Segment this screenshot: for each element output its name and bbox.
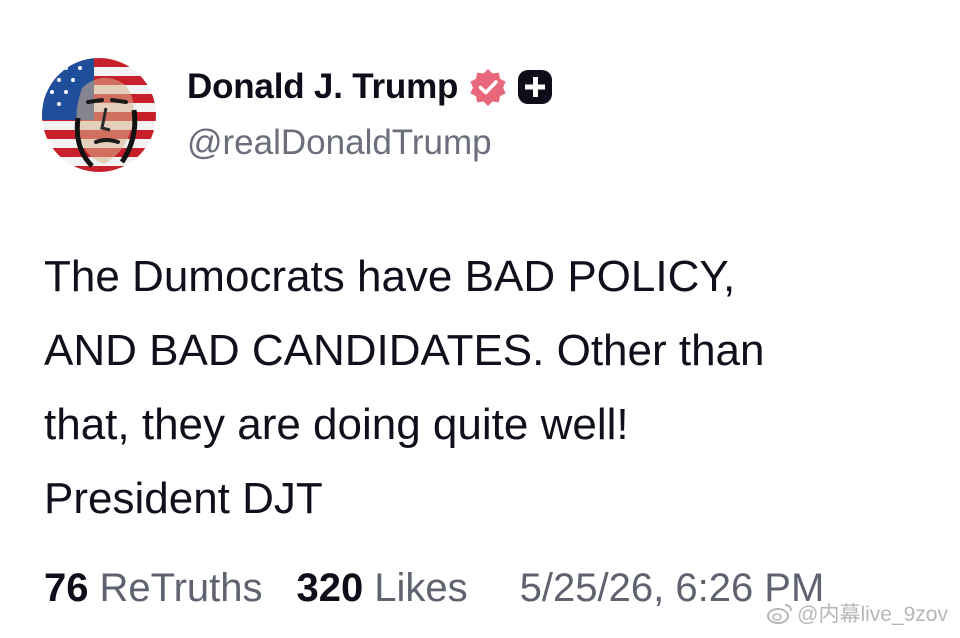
avatar[interactable]: [42, 58, 156, 172]
verified-badge-icon: [470, 69, 506, 106]
retruths-stat[interactable]: 76 ReTruths: [44, 566, 263, 611]
post-text-line: The Dumocrats have BAD POLICY,: [44, 252, 736, 301]
post-text-line: President DJT: [44, 474, 323, 523]
weibo-icon: [767, 604, 793, 624]
author-info: Donald J. Trump @realDonaldTrump: [187, 65, 554, 163]
plus-icon[interactable]: [516, 68, 554, 106]
display-name[interactable]: Donald J. Trump: [187, 67, 458, 107]
post-text-line: that, they are doing quite well!: [44, 400, 629, 449]
retruths-count: 76: [44, 566, 89, 610]
post-stats: 76 ReTruths 320 Likes 5/25/26, 6:26 PM: [44, 566, 824, 611]
post-text: The Dumocrats have BAD POLICY, AND BAD C…: [44, 240, 924, 536]
flag-portrait-icon: [42, 58, 156, 172]
likes-stat[interactable]: 320 Likes: [297, 566, 468, 611]
name-row: Donald J. Trump: [187, 65, 554, 109]
user-handle[interactable]: @realDonaldTrump: [187, 123, 554, 163]
retruths-label: ReTruths: [99, 566, 263, 610]
likes-label: Likes: [374, 566, 468, 610]
likes-count: 320: [296, 566, 364, 610]
watermark-text: @内幕live_9zov: [797, 603, 948, 626]
post-text-line: AND BAD CANDIDATES. Other than: [44, 326, 765, 375]
post-header: Donald J. Trump @realDonaldTrump: [42, 58, 554, 172]
watermark: @内幕live_9zov: [767, 598, 948, 628]
